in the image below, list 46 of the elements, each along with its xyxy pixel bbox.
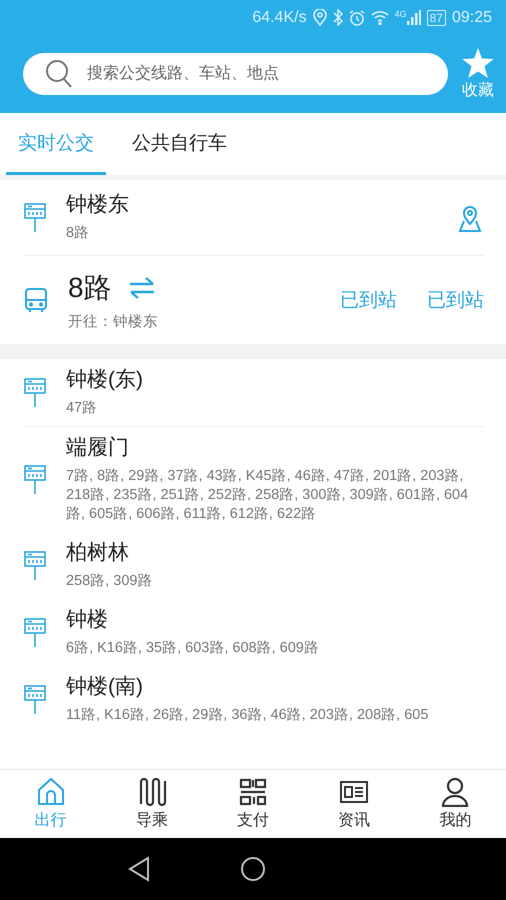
star-icon	[462, 48, 494, 78]
back-icon[interactable]	[128, 856, 150, 882]
stop-name: 钟楼	[66, 607, 109, 633]
route-list: 8路	[66, 224, 436, 243]
bus-stop-sign-icon	[24, 684, 46, 714]
tab[interactable]: 公共自行车	[120, 113, 239, 175]
arrival-status: 已到站	[427, 289, 484, 313]
clock: 09:25	[452, 8, 492, 26]
nav-tab[interactable]: 支付	[228, 777, 277, 831]
bus-icon	[24, 287, 48, 313]
route-list: 7路, 8路, 29路, 37路, 43路, K45路, 46路, 47路, 201路, 203路, 218路, 235路, 251路, 252路, 258路, 300路, 309路, 601路, 604路, 605路, 606路, 611路, 612路, 622路	[66, 467, 484, 524]
stop-name: 柏树林	[66, 540, 130, 566]
wifi-icon	[370, 10, 389, 25]
route-list: 47路	[66, 399, 484, 418]
battery-level: 87	[426, 10, 446, 26]
alarm-icon	[348, 10, 365, 26]
qr-code-icon	[238, 777, 268, 807]
bus-stop-sign-icon	[24, 550, 46, 580]
route-number: 8路	[68, 270, 112, 304]
arrival-status: 已到站	[340, 289, 397, 313]
map-pin-icon[interactable]	[456, 204, 484, 232]
location-icon	[312, 9, 327, 26]
stop-name: 钟楼东	[66, 192, 130, 218]
nav-tab[interactable]: 资讯	[330, 777, 378, 831]
network-speed: 64.4K/s	[252, 8, 307, 26]
bus-stop-sign-icon	[24, 464, 46, 494]
route-list: 6路, K16路, 35路, 603路, 608路, 609路	[66, 639, 484, 658]
bluetooth-icon	[332, 9, 343, 26]
route-list: 258路, 309路	[66, 572, 484, 591]
route-list: 11路, K16路, 26路, 29路, 36路, 46路, 203路, 208路, 605	[66, 706, 484, 725]
bus-stop-sign-icon	[24, 202, 46, 232]
home-icon	[36, 777, 66, 807]
bus-stop-sign-icon	[24, 378, 46, 408]
search-field[interactable]: 搜索公交线路、车站、地点	[23, 53, 448, 95]
nav-tab[interactable]: 我的	[431, 777, 480, 831]
network-type: 4G	[394, 9, 407, 19]
user-icon	[440, 777, 470, 807]
nav-tab[interactable]: 导乘	[128, 777, 176, 831]
direction-text: 开往：钟楼东	[68, 312, 159, 332]
signal-icon	[406, 10, 421, 25]
stop-name: 端履门	[66, 435, 130, 461]
stop-name: 钟楼(东)	[66, 367, 144, 393]
stop-name: 钟楼(南)	[66, 674, 144, 700]
swap-direction-icon[interactable]	[128, 276, 156, 300]
bus-stop-sign-icon	[24, 618, 46, 648]
home-button-icon[interactable]	[240, 856, 266, 882]
